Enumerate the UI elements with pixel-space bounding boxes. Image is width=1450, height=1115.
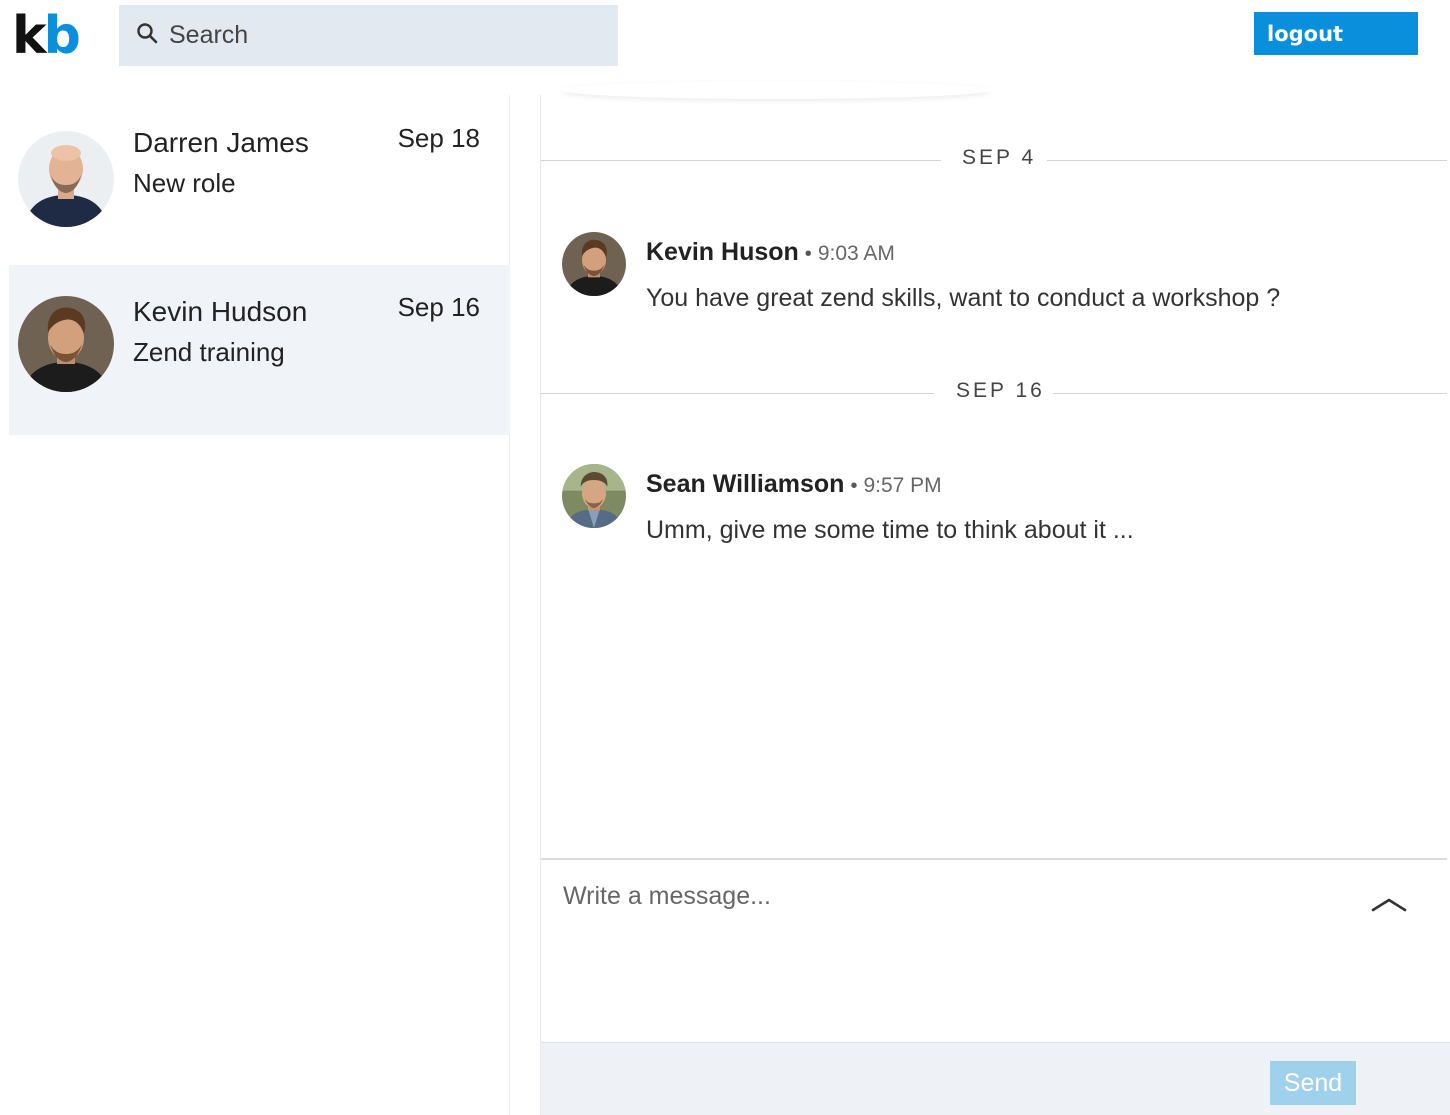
search-bar[interactable] (119, 5, 618, 66)
kb-logo[interactable]: kb (12, 6, 81, 66)
message-text: You have great zend skills, want to cond… (646, 284, 1281, 312)
avatar (18, 296, 114, 392)
date-divider: SEP 4 (541, 146, 1447, 169)
meta-separator: • (804, 243, 812, 265)
scroll-shadow (561, 81, 991, 99)
divider-line (1047, 160, 1447, 161)
search-icon (135, 21, 159, 50)
conversation-item-darren-james[interactable]: Darren James New role Sep 18 (9, 95, 510, 265)
message-text: Umm, give me some time to think about it… (646, 516, 1134, 544)
logout-button[interactable]: logout (1254, 12, 1418, 55)
message-input[interactable] (563, 882, 1343, 1022)
send-bar: Send (541, 1042, 1450, 1115)
avatar (18, 131, 114, 227)
message-time: 9:03 AM (817, 242, 895, 265)
divider-line (541, 393, 934, 394)
logo-letter-b: b (43, 6, 81, 66)
logo-letter-k: k (12, 6, 47, 66)
message-meta: Sean Williamson • 9:57 PM (646, 470, 942, 499)
send-button[interactable]: Send (1270, 1061, 1356, 1105)
meta-separator: • (850, 475, 858, 497)
conversation-name: Darren James (133, 127, 309, 158)
date-divider-label: SEP 4 (962, 146, 1037, 169)
date-divider: SEP 16 (541, 379, 1447, 402)
message-sender[interactable]: Kevin Huson (646, 238, 799, 266)
conversation-snippet: New role (133, 168, 236, 198)
conversation-snippet: Zend training (133, 337, 285, 367)
conversation-name: Kevin Hudson (133, 296, 308, 327)
search-input[interactable] (169, 21, 589, 50)
conversation-date: Sep 18 (397, 123, 480, 153)
conversation-list: Darren James New role Sep 18 Kevin Hudso… (0, 95, 510, 1115)
chevron-up-icon (1367, 898, 1411, 922)
divider-line (541, 160, 941, 161)
conversation-item-kevin-hudson[interactable]: Kevin Hudson Zend training Sep 16 (9, 265, 510, 435)
message-time: 9:57 PM (863, 474, 942, 497)
compose-area (541, 858, 1447, 1042)
avatar[interactable] (562, 232, 626, 296)
chat-pane: SEP 4 Kevin Huson • 9:03 AM You have great… (540, 95, 1450, 1115)
date-divider-label: SEP 16 (956, 379, 1045, 402)
expand-compose-button[interactable] (1367, 890, 1411, 918)
avatar[interactable] (562, 464, 626, 528)
conversation-date: Sep 16 (397, 292, 480, 322)
message-meta: Kevin Huson • 9:03 AM (646, 238, 895, 267)
divider-line (1053, 393, 1447, 394)
message-sender[interactable]: Sean Williamson (646, 470, 844, 498)
